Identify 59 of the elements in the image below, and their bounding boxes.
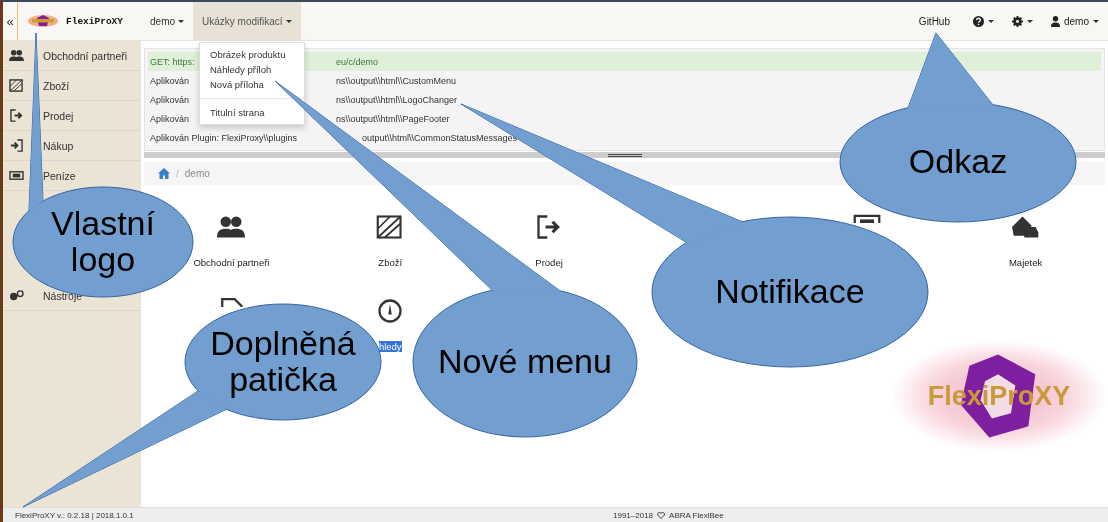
sidebar-icon	[9, 49, 24, 62]
module-label[interactable]: Majetek	[1008, 257, 1043, 268]
module-icon[interactable]	[376, 214, 405, 240]
nav-menu[interactable]: Ukázky modifikací	[193, 2, 301, 40]
notification-text: output\\html\\CommonStatusMessages	[362, 132, 518, 143]
callout-text: Doplněná patička	[209, 326, 357, 398]
sidebar-item[interactable]: Peníze	[43, 169, 76, 182]
sidebar-icon	[9, 289, 24, 302]
notification-text: ns\\output\\html\\CustomMenu	[336, 75, 457, 86]
notification-text: Aplikován Plugin: FlexiProxy\\plugins	[150, 132, 298, 143]
module-label[interactable]: hledy	[378, 341, 402, 352]
module-icon[interactable]	[376, 298, 405, 324]
callout-text: Nové menu	[438, 344, 612, 380]
logo-icon	[28, 14, 58, 28]
module-icon[interactable]	[217, 214, 246, 240]
callout-text: Odkaz	[908, 144, 1008, 180]
sidebar-item[interactable]: Nástroje	[43, 289, 83, 302]
breadcrumb-separator: /	[176, 168, 179, 179]
copyright-text: 1991–2018	[613, 510, 654, 520]
settings-icon	[1012, 15, 1023, 27]
nav-menu[interactable]: demo	[141, 2, 194, 40]
user-icon	[1051, 15, 1060, 27]
module-label[interactable]: Obchodní partneři	[193, 257, 270, 268]
sidebar-icon	[9, 169, 24, 182]
menu-item[interactable]: Obrázek produktu	[200, 47, 304, 62]
module-icon[interactable]	[1011, 214, 1040, 240]
sidebar-item[interactable]: Zboží	[43, 79, 70, 92]
menu-item[interactable]: Nová příloha	[200, 77, 304, 92]
collapse-button[interactable]: «	[3, 2, 18, 40]
brand-name[interactable]: FlexiProXY	[66, 15, 123, 27]
notification-text: ns\\output\\html\\LogoChanger	[336, 94, 458, 105]
sidebar-item[interactable]: Obchodní partneři	[43, 49, 128, 62]
module-icon[interactable]	[852, 214, 881, 223]
callout-text: Vlastní logo	[50, 206, 156, 278]
resize-handle[interactable]	[607, 153, 642, 157]
github-link[interactable]: GitHub	[904, 15, 964, 27]
help-icon	[973, 15, 984, 27]
module-label[interactable]: Zboží	[378, 257, 403, 268]
version-text: FlexiProXY v.: 0.2.18 | 2018.1.0.1	[15, 510, 135, 520]
notification-text: eu/c/demo	[336, 56, 379, 67]
user-menu[interactable]: demo	[1042, 15, 1108, 27]
vendor-text: ABRA FlexiBee	[669, 510, 724, 520]
home-icon[interactable]	[158, 168, 170, 179]
notification-text: ns\\output\\html\\PageFooter	[336, 113, 450, 124]
sidebar-item[interactable]: Nákup	[43, 139, 74, 152]
breadcrumb-item[interactable]: demo	[184, 168, 210, 179]
callout-text: Notifikace	[715, 274, 865, 310]
menu-item[interactable]: Náhledy příloh	[200, 62, 304, 77]
notification-text: Aplikován	[150, 113, 190, 124]
heart-icon	[657, 511, 666, 519]
sidebar-item[interactable]: Prodej	[43, 109, 74, 122]
notification-text: Aplikován	[150, 94, 190, 105]
sidebar-icon	[9, 139, 24, 152]
sidebar-icon	[9, 109, 24, 122]
notification-text: GET: https:	[150, 56, 195, 67]
notification-text: Aplikován	[150, 75, 190, 86]
sidebar-icon	[9, 79, 24, 92]
module-label[interactable]: Prodej	[535, 257, 563, 268]
menu-item[interactable]: Titulní strana	[200, 105, 304, 120]
